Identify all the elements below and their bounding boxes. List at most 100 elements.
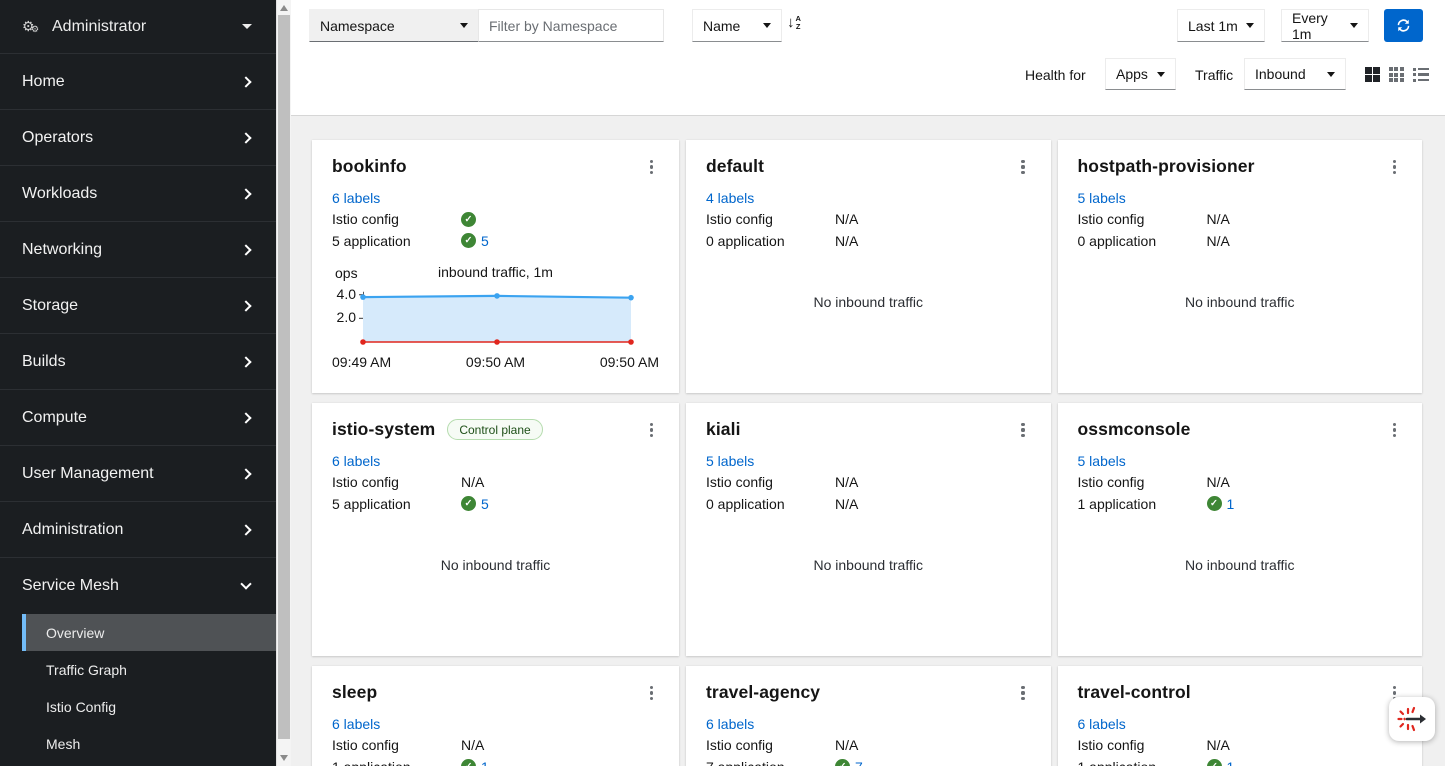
namespace-name[interactable]: ossmconsole bbox=[1078, 419, 1191, 440]
namespace-name[interactable]: travel-agency bbox=[706, 682, 820, 703]
compact-view-icon[interactable] bbox=[1365, 67, 1380, 82]
namespace-card-hostpath-provisioner: hostpath-provisioner 5 labels Istio conf… bbox=[1058, 140, 1423, 393]
sort-order-button[interactable]: ↓ AZ bbox=[787, 15, 801, 31]
sidebar-item-operators[interactable]: Operators bbox=[0, 110, 276, 166]
caret-down-icon bbox=[1157, 72, 1165, 77]
refresh-interval-select[interactable]: Every 1m bbox=[1281, 9, 1369, 42]
kebab-menu-button[interactable] bbox=[1015, 419, 1030, 441]
scroll-down-arrow[interactable] bbox=[280, 755, 288, 761]
kebab-menu-button[interactable] bbox=[1015, 682, 1030, 704]
istio-config-value: N/A bbox=[835, 211, 858, 227]
duration-select[interactable]: Last 1m bbox=[1177, 9, 1265, 42]
labels-link[interactable]: 5 labels bbox=[1078, 190, 1126, 206]
traffic-direction-select[interactable]: Inbound bbox=[1244, 58, 1346, 90]
scroll-up-arrow[interactable] bbox=[280, 5, 288, 11]
sidebar-item-compute[interactable]: Compute bbox=[0, 390, 276, 446]
istio-config-label: Istio config bbox=[706, 474, 835, 490]
sidebar-item-overview[interactable]: Overview bbox=[22, 614, 276, 651]
istio-config-label: Istio config bbox=[1078, 474, 1207, 490]
healthy-check-icon: ✓ bbox=[461, 233, 476, 248]
sidebar-item-user-management[interactable]: User Management bbox=[0, 446, 276, 502]
labels-link[interactable]: 5 labels bbox=[706, 453, 754, 469]
healthy-app-count[interactable]: 1 bbox=[1227, 759, 1235, 766]
healthy-check-icon: ✓ bbox=[461, 212, 476, 227]
scrollbar-thumb[interactable] bbox=[278, 15, 290, 739]
kebab-menu-button[interactable] bbox=[644, 156, 659, 178]
healthy-check-icon: ✓ bbox=[1207, 496, 1222, 511]
labels-link[interactable]: 6 labels bbox=[332, 453, 380, 469]
namespace-filter-select[interactable]: Namespace bbox=[309, 9, 479, 42]
health-for-select[interactable]: Apps bbox=[1105, 58, 1176, 90]
namespace-name[interactable]: kiali bbox=[706, 419, 741, 440]
namespace-filter-input[interactable] bbox=[478, 9, 664, 42]
sidebar-item-administration[interactable]: Administration bbox=[0, 502, 276, 558]
main-content: Namespace Name ↓ AZ Last 1m Every 1m Hea… bbox=[291, 0, 1445, 766]
namespace-card-bookinfo: bookinfo 6 labels Istio config✓ 5 applic… bbox=[312, 140, 679, 393]
list-view-icon[interactable] bbox=[1413, 68, 1430, 82]
istio-config-label: Istio config bbox=[332, 211, 461, 227]
sidebar-item-traffic-graph[interactable]: Traffic Graph bbox=[22, 651, 276, 688]
namespace-name[interactable]: sleep bbox=[332, 682, 377, 703]
namespace-card-travel-agency: travel-agency 6 labels Istio configN/A 7… bbox=[686, 666, 1051, 766]
namespace-name[interactable]: travel-control bbox=[1078, 682, 1191, 703]
sparkline-plot[interactable] bbox=[359, 284, 635, 348]
no-traffic-message: No inbound traffic bbox=[706, 512, 1031, 644]
kebab-menu-button[interactable] bbox=[1387, 419, 1402, 441]
namespace-name[interactable]: default bbox=[706, 156, 764, 177]
chevron-right-icon bbox=[240, 468, 251, 479]
healthy-check-icon: ✓ bbox=[1207, 759, 1222, 766]
labels-link[interactable]: 6 labels bbox=[332, 190, 380, 206]
kebab-menu-button[interactable] bbox=[1015, 156, 1030, 178]
chart-y-axis: 4.0 2.0 bbox=[332, 284, 359, 348]
sidebar-nav: ⚙⚙ Administrator Home Operators Workload… bbox=[0, 0, 276, 766]
chevron-right-icon bbox=[240, 356, 251, 367]
healthy-app-count[interactable]: 5 bbox=[481, 233, 489, 249]
perspective-switcher[interactable]: ⚙⚙ Administrator bbox=[0, 0, 276, 54]
application-label: 0 application bbox=[706, 233, 835, 249]
namespace-name[interactable]: hostpath-provisioner bbox=[1078, 156, 1255, 177]
refresh-button[interactable] bbox=[1384, 9, 1423, 42]
istio-config-value: N/A bbox=[835, 474, 858, 490]
vertical-scrollbar[interactable] bbox=[276, 0, 291, 766]
namespace-card-sleep: sleep 6 labels Istio configN/A 1 applica… bbox=[312, 666, 679, 766]
sidebar-item-workloads[interactable]: Workloads bbox=[0, 166, 276, 222]
labels-link[interactable]: 6 labels bbox=[706, 716, 754, 732]
healthy-app-count[interactable]: 1 bbox=[481, 759, 489, 766]
istio-config-label: Istio config bbox=[706, 211, 835, 227]
labels-link[interactable]: 4 labels bbox=[706, 190, 754, 206]
sidebar-item-home[interactable]: Home bbox=[0, 54, 276, 110]
chart-x-axis: 09:49 AM 09:50 AM 09:50 AM bbox=[332, 354, 659, 370]
kebab-menu-button[interactable] bbox=[644, 682, 659, 704]
application-label: 7 application bbox=[706, 759, 835, 766]
sidebar-item-networking[interactable]: Networking bbox=[0, 222, 276, 278]
healthy-app-count[interactable]: 5 bbox=[481, 496, 489, 512]
sidebar-item-builds[interactable]: Builds bbox=[0, 334, 276, 390]
expanded-view-icon[interactable] bbox=[1389, 67, 1404, 82]
sidebar-item-mesh[interactable]: Mesh bbox=[22, 725, 276, 762]
istio-config-value: N/A bbox=[1207, 211, 1230, 227]
sidebar-item-istio-config[interactable]: Istio Config bbox=[22, 688, 276, 725]
kebab-menu-button[interactable] bbox=[1387, 156, 1402, 178]
extension-badge[interactable] bbox=[1389, 697, 1435, 741]
labels-link[interactable]: 6 labels bbox=[332, 716, 380, 732]
istio-config-value: N/A bbox=[835, 737, 858, 753]
sidebar-item-storage[interactable]: Storage bbox=[0, 278, 276, 334]
healthy-app-count[interactable]: 1 bbox=[1227, 496, 1235, 512]
sidebar-item-service-mesh[interactable]: Service Mesh bbox=[0, 558, 276, 614]
kebab-menu-button[interactable] bbox=[644, 419, 659, 441]
labels-link[interactable]: 6 labels bbox=[1078, 716, 1126, 732]
no-traffic-message: No inbound traffic bbox=[332, 512, 659, 644]
overview-toolbar: Namespace Name ↓ AZ Last 1m Every 1m Hea… bbox=[291, 0, 1445, 116]
labels-link[interactable]: 5 labels bbox=[1078, 453, 1126, 469]
namespace-name[interactable]: istio-system bbox=[332, 419, 435, 440]
healthy-app-count[interactable]: 7 bbox=[855, 759, 863, 766]
no-traffic-message: No inbound traffic bbox=[1078, 249, 1403, 381]
chevron-right-icon bbox=[240, 188, 251, 199]
namespace-card-kiali: kiali 5 labels Istio configN/A 0 applica… bbox=[686, 403, 1051, 656]
namespace-card-default: default 4 labels Istio configN/A 0 appli… bbox=[686, 140, 1051, 393]
application-value: N/A bbox=[1207, 233, 1230, 249]
sort-by-select[interactable]: Name bbox=[692, 9, 782, 42]
healthy-check-icon: ✓ bbox=[835, 759, 850, 766]
application-label: 1 application bbox=[332, 759, 461, 766]
namespace-name[interactable]: bookinfo bbox=[332, 156, 407, 177]
